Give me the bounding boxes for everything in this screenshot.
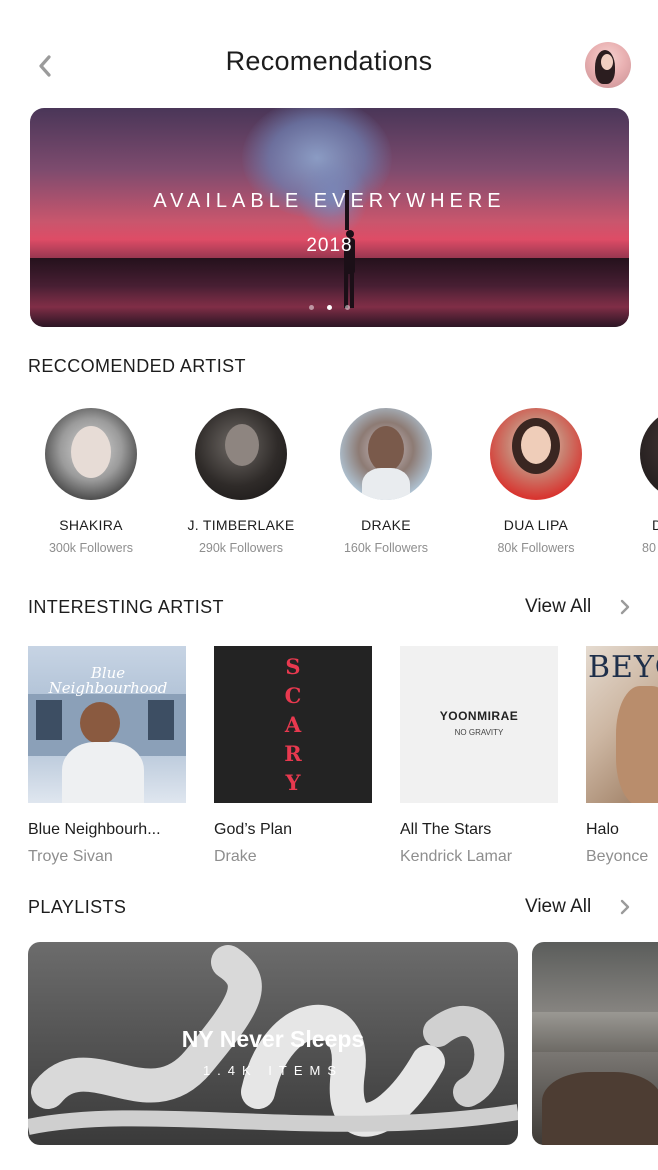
cover-letter: A: [284, 712, 302, 737]
album-cover: SCARY: [214, 646, 372, 803]
page-title: Recomendations: [225, 46, 433, 76]
section-title-playlists: PLAYLISTS: [28, 897, 127, 917]
album-card[interactable]: YOONMIRAE NO GRAVITY All The Stars Kendr…: [400, 646, 572, 866]
artist-name: J. TIMBERLAKE: [187, 517, 295, 533]
cover-letter: S: [285, 654, 301, 679]
section-title-recommended: RECCOMENDED ARTIST: [28, 356, 246, 376]
album-card[interactable]: BEYO Halo Beyonce: [586, 646, 658, 866]
album-title: Blue Neighbourh...: [28, 821, 161, 838]
artist-card[interactable]: DRAKE 160k Followers: [311, 408, 461, 555]
artist-photo: [340, 408, 432, 500]
cover-letter: R: [284, 741, 302, 766]
banner-title: AVAILABLE EVERYWHERE: [153, 190, 506, 212]
artist-photo: [490, 408, 582, 500]
cover-window: [36, 700, 62, 740]
artist-face: [225, 424, 259, 466]
banner-horizon: [30, 258, 629, 327]
album-card[interactable]: SCARY God’s Plan Drake: [214, 646, 386, 866]
avatar-face: [601, 54, 613, 70]
playlist-card[interactable]: [532, 942, 658, 1145]
artist-name: D: [652, 517, 658, 533]
header: Recomendations: [0, 0, 658, 108]
album-card[interactable]: Blue Neighbourhood Blue Neighbourh... Tr…: [28, 646, 200, 866]
cover-text: YOONMIRAE: [439, 709, 519, 723]
artist-name: DRAKE: [361, 517, 411, 533]
artist-followers: 300k Followers: [48, 541, 134, 555]
view-all-label: View All: [525, 596, 592, 617]
album-title: All The Stars: [400, 821, 492, 838]
artist-card[interactable]: DUA LIPA 80k Followers: [461, 408, 611, 555]
artist-photo: [45, 408, 137, 500]
artist-photo: [640, 408, 658, 500]
artist-card[interactable]: J. TIMBERLAKE 290k Followers: [166, 408, 316, 555]
cover-head: [80, 702, 120, 744]
cover-figure: [616, 686, 658, 803]
cover-text: SCARY: [279, 656, 307, 793]
chevron-right-icon: [620, 899, 630, 915]
cover-text: Blue Neighbourhood: [48, 664, 168, 697]
cover-letter: C: [284, 683, 302, 708]
artist-card[interactable]: SHAKIRA 300k Followers: [16, 408, 166, 555]
album-title: God’s Plan: [214, 821, 292, 838]
artist-hoodie: [362, 468, 410, 500]
album-cover: BEYO: [586, 646, 658, 803]
artist-face: [368, 426, 404, 472]
artist-face: [71, 426, 111, 478]
section-title-interesting: INTERESTING ARTIST: [28, 597, 224, 617]
carousel-dot[interactable]: [309, 305, 314, 310]
playlist-artwork: [532, 1012, 658, 1052]
artist-followers: 290k Followers: [198, 541, 284, 555]
view-all-playlists[interactable]: View All: [525, 896, 630, 918]
playlist-card[interactable]: NY Never Sleeps 1.4K ITEMS: [28, 942, 518, 1145]
featured-banner[interactable]: AVAILABLE EVERYWHERE 2018: [30, 108, 629, 327]
artist-name: SHAKIRA: [59, 517, 123, 533]
artist-card[interactable]: D 80: [611, 408, 658, 555]
artist-followers: 80: [642, 541, 656, 555]
cover-text: BEYO: [588, 650, 658, 685]
artist-face: [521, 426, 551, 464]
cover-subtext: NO GRAVITY: [454, 728, 504, 737]
album-cover: YOONMIRAE NO GRAVITY: [400, 646, 558, 803]
playlist-artwork: [542, 1072, 658, 1145]
carousel-dots: [30, 305, 629, 310]
cover-shirt: [62, 742, 144, 803]
artist-followers: 80k Followers: [497, 541, 575, 555]
playlist-count: 1.4K ITEMS: [202, 1063, 344, 1078]
artist-followers: 160k Followers: [343, 541, 429, 555]
artist-name: DUA LIPA: [503, 517, 569, 533]
cover-letter: Y: [285, 770, 301, 795]
album-cover: Blue Neighbourhood: [28, 646, 186, 803]
avatar[interactable]: [585, 42, 631, 88]
cover-window: [148, 700, 174, 740]
album-artist: Drake: [214, 848, 257, 865]
album-artist: Kendrick Lamar: [400, 848, 513, 865]
view-all-interesting[interactable]: View All: [525, 596, 630, 618]
banner-year: 2018: [306, 235, 353, 256]
album-title: Halo: [586, 821, 619, 838]
album-artist: Troye Sivan: [28, 848, 113, 865]
artist-photo: [195, 408, 287, 500]
playlist-title: NY Never Sleeps: [181, 1026, 365, 1052]
carousel-dot[interactable]: [345, 305, 350, 310]
album-artist: Beyonce: [586, 848, 649, 865]
carousel-dot-active[interactable]: [327, 305, 332, 310]
chevron-right-icon: [620, 599, 630, 615]
view-all-label: View All: [525, 896, 592, 917]
